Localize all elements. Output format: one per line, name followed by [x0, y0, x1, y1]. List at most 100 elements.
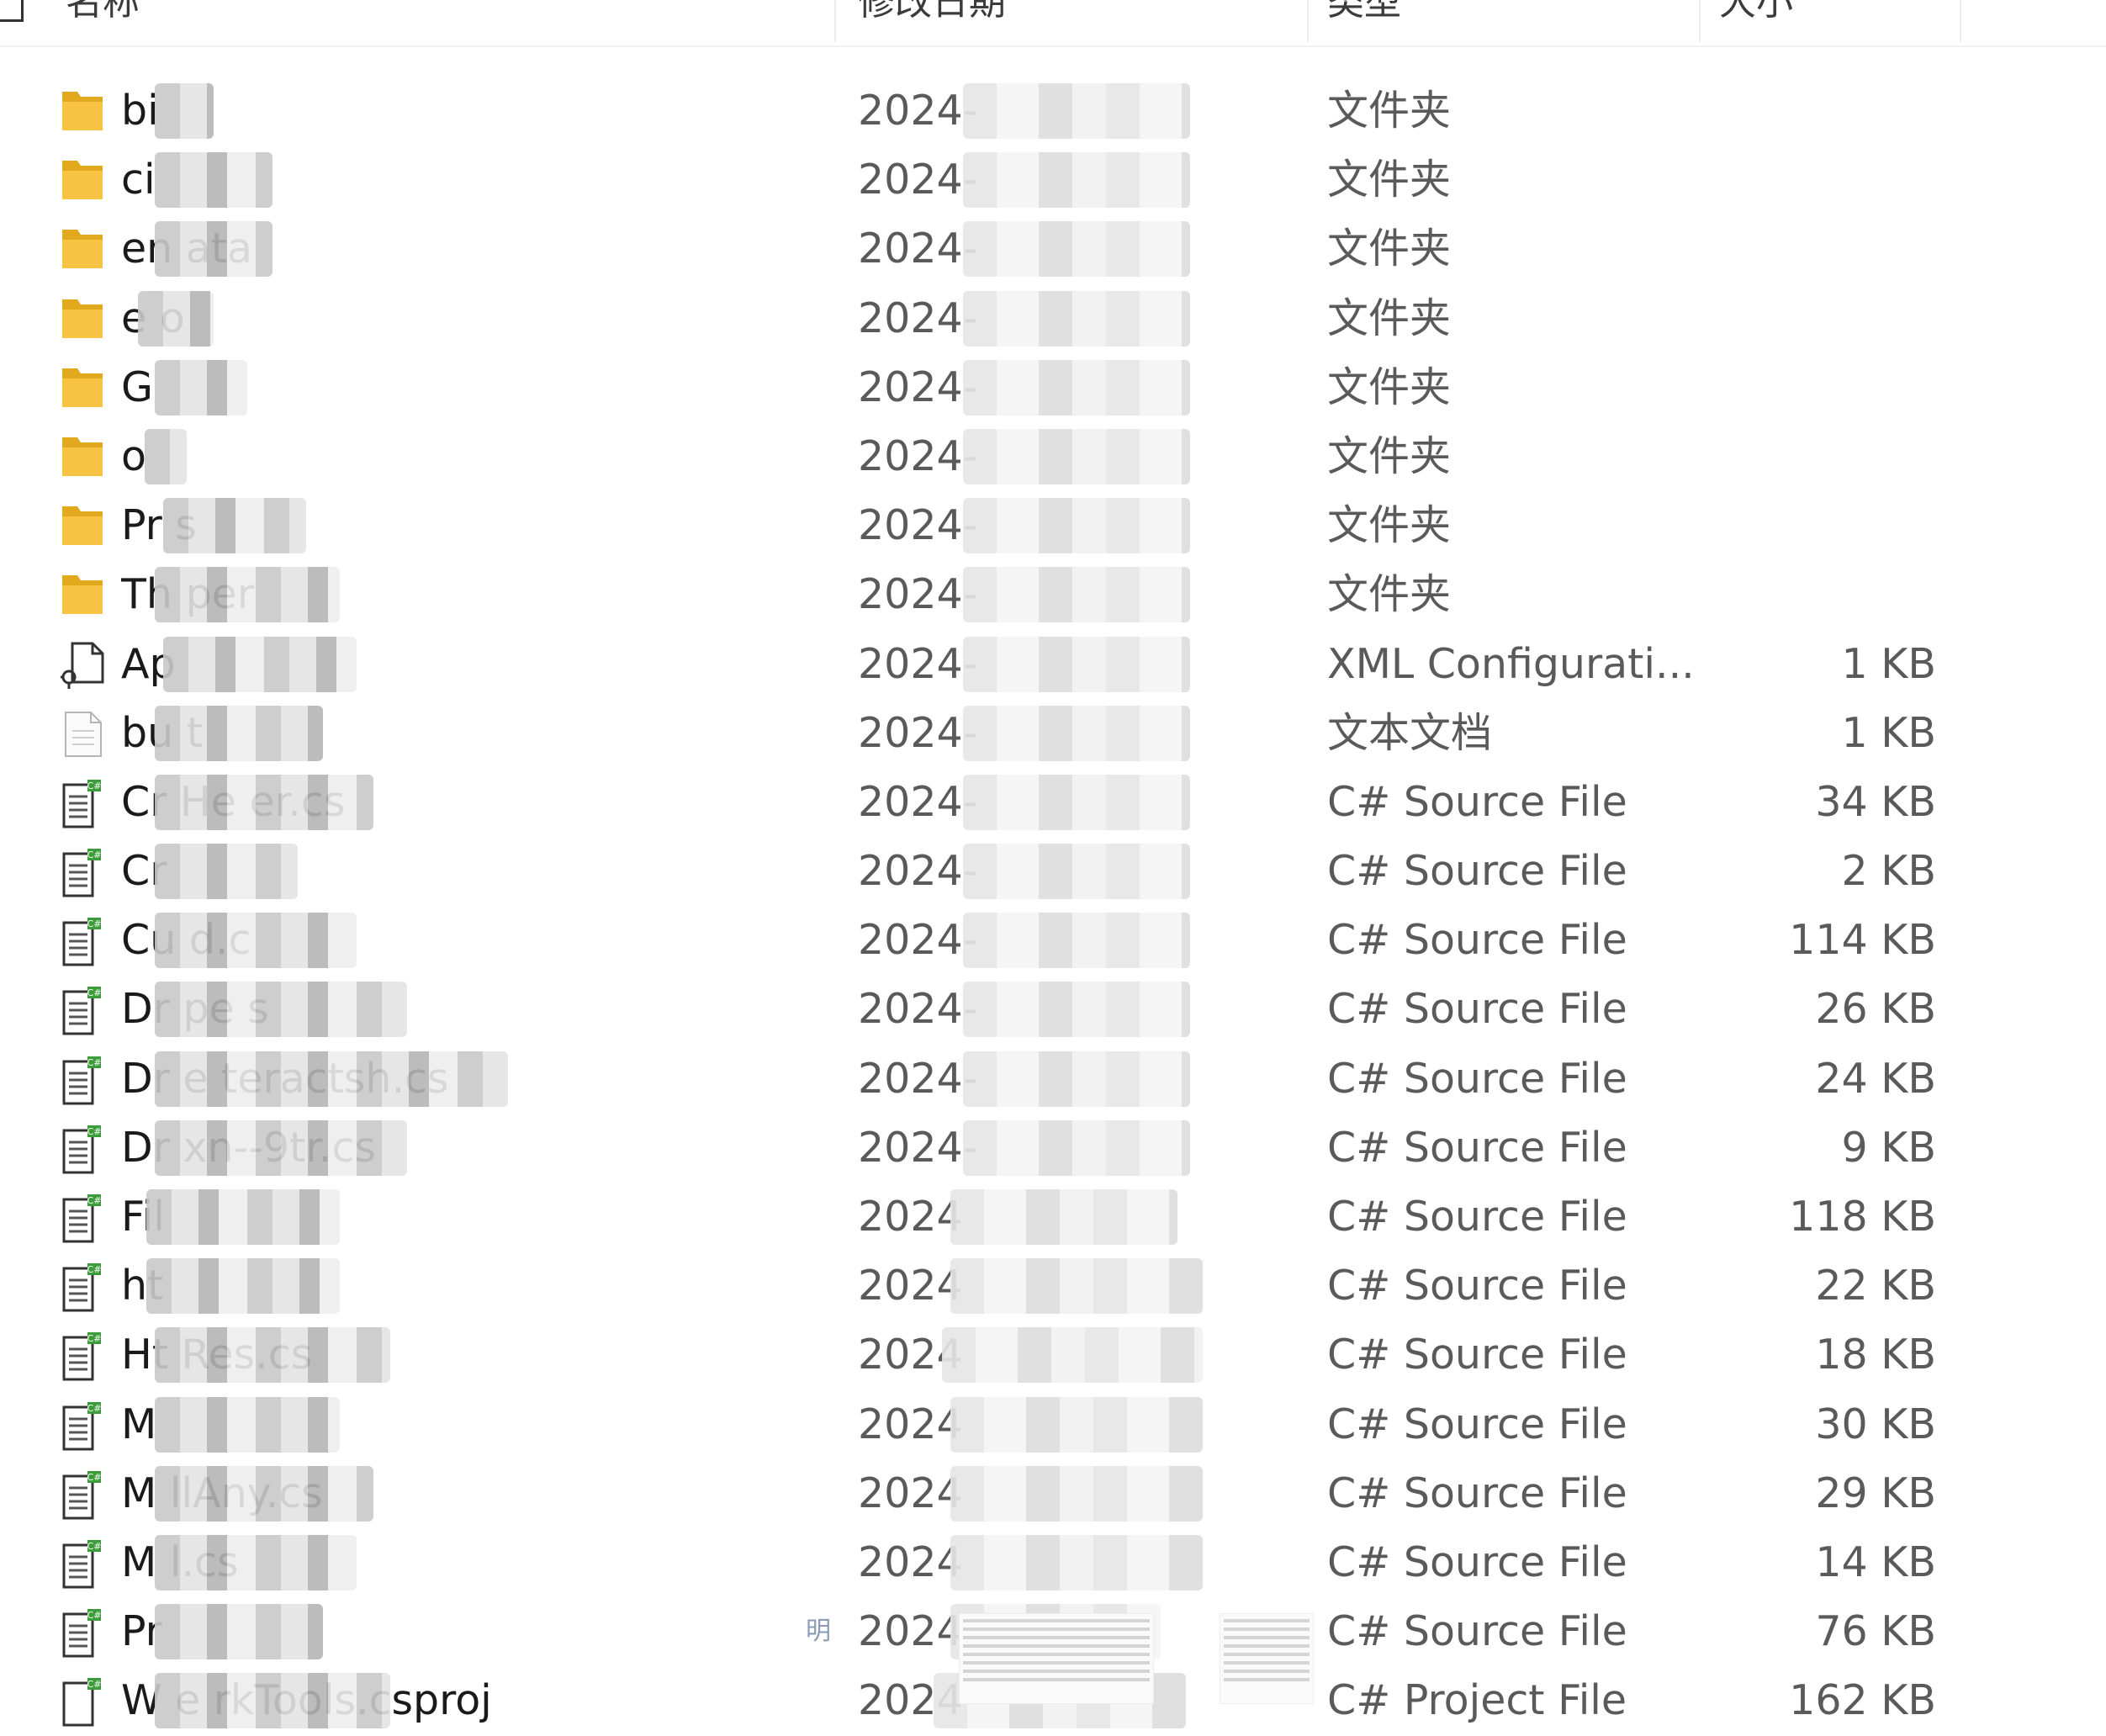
file-size: [1716, 422, 1936, 491]
file-type: C# Source File: [1327, 1262, 1627, 1310]
file-row[interactable]: C# ht 2024 C# Source File 22 KB: [0, 1252, 2106, 1321]
file-row[interactable]: Ap 2024- XML Configurati... 1 KB: [0, 630, 2106, 699]
csharp-file-icon: C#: [59, 985, 106, 1035]
file-type: C# Source File: [1327, 847, 1627, 896]
file-type: 文件夹: [1327, 431, 1452, 480]
file-row[interactable]: C#Dr pe s2024-C# Source File26 KB: [0, 975, 2106, 1044]
csharp-file-icon: C#: [59, 1262, 106, 1312]
file-type: C# Source File: [1327, 1607, 1627, 1656]
file-row[interactable]: C# Cr 2024- C# Source File 2 KB: [0, 837, 2106, 906]
file-list: bi2024-文件夹ci2024-文件夹en ata2024-文件夹e o202…: [0, 77, 2106, 1736]
folder-icon: [59, 87, 106, 137]
file-type: C# Source File: [1327, 916, 1627, 965]
file-type: C# Source File: [1327, 1538, 1627, 1586]
file-name: e o: [121, 294, 185, 342]
column-divider[interactable]: [834, 0, 836, 42]
svg-text:C#: C#: [87, 1679, 102, 1690]
file-type: XML Configurati...: [1327, 639, 1695, 688]
select-all-checkbox[interactable]: [0, 0, 24, 22]
file-type: C# Source File: [1327, 777, 1627, 826]
folder-icon: [59, 501, 106, 552]
column-header-size[interactable]: 大小: [1719, 0, 1887, 42]
redaction-mask: [155, 359, 247, 415]
redaction-mask: [163, 498, 306, 554]
csharp-file-icon: C#: [59, 1331, 106, 1381]
csharp-file-icon: C#: [59, 1193, 106, 1243]
file-size: 22 KB: [1815, 1262, 1936, 1310]
file-type: 文件夹: [1327, 294, 1452, 342]
redaction-mask: [963, 567, 1190, 623]
file-row[interactable]: C#M l.cs2024C# Source File14 KB: [0, 1528, 2106, 1597]
file-size: [1716, 284, 1936, 353]
file-size: 30 KB: [1815, 1400, 1936, 1448]
file-type: 文件夹: [1327, 225, 1452, 273]
folder-icon: [59, 432, 106, 483]
file-row[interactable]: ci 2024- 文件夹: [0, 146, 2106, 214]
file-size: 1 KB: [1841, 708, 1937, 757]
file-type: C# Source File: [1327, 1193, 1627, 1241]
redaction-mask: [963, 705, 1190, 761]
csharp-file-icon: C#: [59, 1400, 106, 1451]
file-row[interactable]: G 2024- 文件夹: [0, 353, 2106, 422]
file-size: [1716, 560, 1936, 629]
svg-text:C#: C#: [87, 1333, 102, 1344]
file-row[interactable]: e o2024-文件夹: [0, 284, 2106, 353]
redaction-mask: [963, 152, 1190, 209]
file-size: [1716, 214, 1936, 283]
column-header-date[interactable]: 修改日期: [858, 0, 1110, 42]
file-row[interactable]: o 2024- 文件夹: [0, 422, 2106, 491]
file-row[interactable]: Pr s 2024- 文件夹: [0, 491, 2106, 560]
svg-text:C#: C#: [87, 1195, 102, 1206]
file-row[interactable]: bu t2024-文本文档1 KB: [0, 699, 2106, 768]
redaction-mask: [963, 359, 1190, 415]
csharp-file-icon: C#: [59, 847, 106, 897]
svg-text:C#: C#: [87, 1126, 102, 1137]
svg-text:C#: C#: [87, 1541, 102, 1552]
file-size: 26 KB: [1815, 985, 1936, 1034]
csharp-file-icon: C#: [59, 1124, 106, 1174]
file-type: 文件夹: [1327, 363, 1452, 411]
redaction-mask: [963, 982, 1190, 1038]
column-divider[interactable]: [1307, 0, 1309, 42]
redaction-mask: [963, 1119, 1190, 1176]
file-row[interactable]: C# M 2024 C# Source File 30 KB: [0, 1390, 2106, 1459]
redaction-mask: [155, 221, 273, 278]
file-row[interactable]: C#Dr e teractsh.cs2024-C# Source File24 …: [0, 1045, 2106, 1114]
file-row[interactable]: bi 2024- 文件夹: [0, 77, 2106, 146]
file-row[interactable]: en ata2024-文件夹: [0, 214, 2106, 283]
column-header-bar: 名称 修改日期 类型 大小: [0, 0, 2106, 47]
file-type: 文件夹: [1327, 87, 1452, 135]
csharp-project-file-icon: C#: [59, 1676, 106, 1727]
file-type: C# Source File: [1327, 1469, 1627, 1517]
file-size: [1716, 146, 1936, 214]
svg-text:C#: C#: [87, 1403, 102, 1414]
redaction-mask: [950, 1258, 1203, 1315]
column-header-name[interactable]: 名称: [66, 0, 234, 42]
redaction-mask: [155, 1673, 390, 1729]
redaction-mask: [963, 428, 1190, 484]
file-row[interactable]: C#Ht Res.cs2024C# Source File18 KB: [0, 1321, 2106, 1389]
redaction-mask: [145, 428, 187, 484]
stray-glyph: 明: [806, 1617, 831, 1646]
file-row[interactable]: C#Cr He er.cs2024-C# Source File34 KB: [0, 768, 2106, 837]
folder-icon: [59, 156, 106, 206]
file-size: 2 KB: [1841, 847, 1937, 896]
column-divider[interactable]: [1960, 0, 1961, 42]
redaction-mask: [155, 83, 214, 139]
column-header-type[interactable]: 类型: [1327, 0, 1495, 42]
redaction-mask: [146, 1258, 340, 1315]
file-size: 1 KB: [1841, 639, 1937, 688]
column-divider[interactable]: [1699, 0, 1701, 42]
file-row[interactable]: C#Cu d.c2024-C# Source File114 KB: [0, 906, 2106, 975]
file-type: 文本文档: [1327, 708, 1493, 757]
redaction-mask: [950, 1465, 1203, 1522]
file-row[interactable]: C# Fil 2024 C# Source File 118 KB: [0, 1183, 2106, 1252]
file-row[interactable]: C#Dr xn--9tr.cs2024-C# Source File9 KB: [0, 1114, 2106, 1183]
folder-icon: [59, 294, 106, 345]
file-row[interactable]: C#M llAny.cs2024C# Source File29 KB: [0, 1459, 2106, 1528]
redaction-mask: [163, 636, 357, 692]
svg-text:C#: C#: [87, 781, 102, 791]
svg-text:C#: C#: [87, 918, 102, 929]
file-row[interactable]: Th per2024-文件夹: [0, 560, 2106, 629]
file-type: C# Source File: [1327, 1400, 1627, 1448]
